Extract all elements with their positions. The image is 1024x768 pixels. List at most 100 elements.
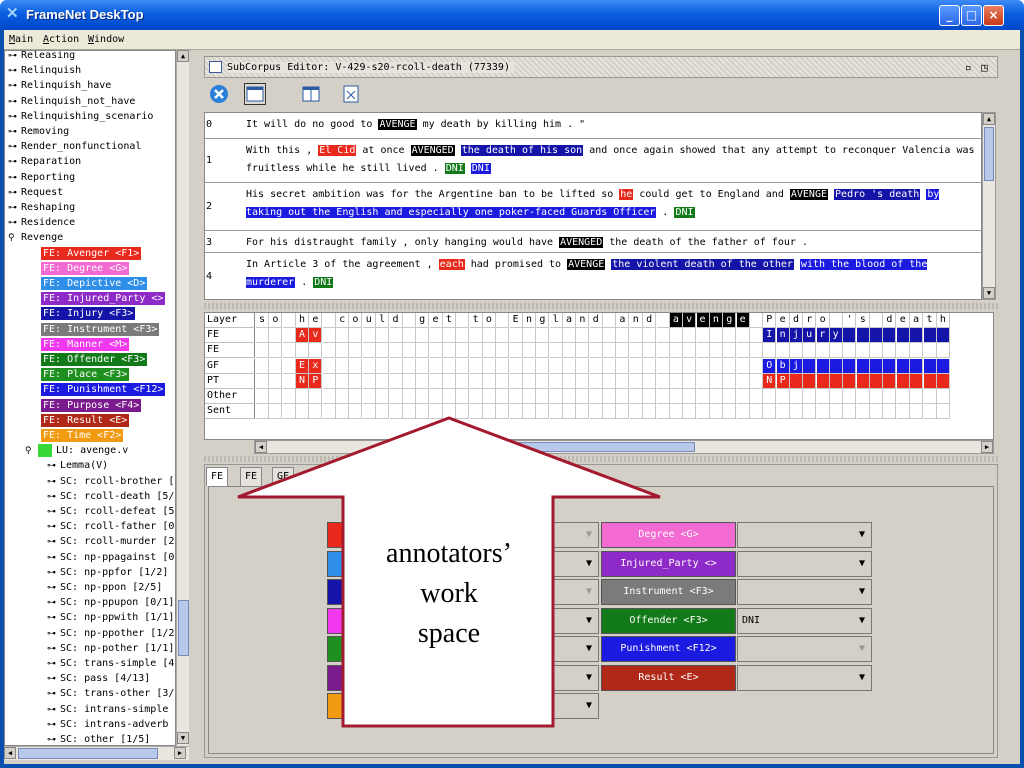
grid-cell[interactable] [616,389,630,404]
grid-char-cell[interactable]: l [549,313,563,328]
collapsed-node-icon[interactable]: ⊶ [47,551,60,566]
grid-cell[interactable] [723,343,737,359]
grid-char-cell[interactable] [282,313,296,328]
collapsed-node-icon[interactable]: ⊶ [47,733,60,745]
grid-cell[interactable] [429,343,443,359]
grid-cell[interactable] [816,404,830,420]
fe-button[interactable]: Result <E> [601,664,736,691]
grid-cell[interactable] [723,404,737,420]
tree-item-frame[interactable]: ⊶ Reporting [8,170,75,185]
grid-cell[interactable] [416,343,430,359]
grid-cell[interactable] [629,358,643,374]
grid-cell[interactable] [496,358,510,374]
grid-cell[interactable] [429,328,443,344]
grid-cell[interactable] [843,404,857,420]
grid-cell[interactable] [509,404,523,420]
grid-cell[interactable] [482,373,496,389]
grid-cell[interactable] [563,358,577,374]
grid-cell[interactable] [362,389,376,404]
fe-color-button[interactable] [327,664,357,691]
grid-cell[interactable] [376,373,390,389]
grid-cell[interactable] [349,343,363,359]
grid-cell[interactable] [603,389,617,404]
grid-cell[interactable] [816,343,830,359]
tree-item-subcorpus[interactable]: ⊶ SC: np-ppagainst [0/ [47,550,175,566]
collapsed-node-icon[interactable]: ⊶ [8,186,21,201]
grid-cell[interactable] [456,358,470,374]
grid-cell[interactable] [442,404,456,420]
annotation-label[interactable]: Ext [296,359,339,374]
grid-char-cell[interactable]: e [776,313,790,328]
collapsed-node-icon[interactable]: ⊶ [47,627,60,642]
grid-cell[interactable] [683,328,697,344]
grid-cell[interactable] [749,373,763,389]
grid-cell[interactable] [616,328,630,344]
grid-cell[interactable] [536,389,550,404]
grid-cell[interactable] [656,358,670,374]
tree-item-fe[interactable]: FE: Time <F2> [41,428,124,443]
grid-cell[interactable] [523,328,536,344]
grid-cell[interactable] [643,389,657,404]
grid-cell[interactable] [402,358,416,374]
grid-cell[interactable] [843,343,857,359]
grid-cell[interactable] [803,343,817,359]
fe-value-combo[interactable]: ▼ [737,579,872,605]
tree-item-subcorpus[interactable]: ⊶ SC: rcoll-death [5/1 [47,489,175,505]
grid-cell[interactable] [256,343,269,359]
grid-cell[interactable] [589,404,603,420]
tree-item-subcorpus[interactable]: ⊶ SC: rcoll-murder [2/4 [47,534,175,549]
grid-cell[interactable] [336,373,350,389]
grid-scroll-thumb[interactable] [505,442,695,452]
scroll-left-icon[interactable]: ◀ [255,441,267,453]
collapsed-node-icon[interactable]: ⊶ [47,459,60,474]
grid-cell[interactable] [549,389,563,404]
grid-cell[interactable] [563,373,577,389]
grid-char-cell[interactable] [830,313,844,328]
tree-item-fe[interactable]: FE: Avenger <F1> [41,246,142,261]
sentence-row[interactable]: 2 His secret ambition was for the Argenti… [205,183,981,231]
grid-cell[interactable] [269,373,283,389]
grid-cell[interactable] [456,404,470,420]
grid-cell[interactable] [402,373,416,389]
grid-cell[interactable] [830,373,844,389]
tree-item-subcorpus[interactable]: ⊶ SC: other [1/5] [47,732,150,745]
tree-item-frame[interactable]: ⊶ Render_nonfunctional [8,139,141,154]
collapsed-node-icon[interactable]: ⊶ [47,475,60,490]
grid-cell[interactable] [616,343,630,359]
tree-item-subcorpus[interactable]: ⊶ SC: intrans-adverb [ [47,717,175,732]
grid-cell[interactable] [322,389,336,404]
grid-char-cell[interactable]: d [589,313,603,328]
grid-cell[interactable] [683,373,697,389]
tree-item-subcorpus[interactable]: ⊶ SC: np-ppother [1/2] [47,626,175,642]
grid-cell[interactable] [549,373,563,389]
grid-char-cell[interactable]: P [763,313,777,328]
grid-cell[interactable] [389,404,403,420]
fe-value-combo[interactable]: ▼ [509,664,599,691]
grid-cell[interactable] [563,343,577,359]
grid-cell[interactable] [923,343,937,359]
grid-cell[interactable] [816,373,830,389]
grid-cell[interactable] [856,373,870,389]
grid-cell[interactable] [442,373,456,389]
grid-cell[interactable] [282,358,296,374]
grid-cell[interactable] [749,343,763,359]
annotation-label[interactable]: NP [296,374,326,389]
collapsed-node-icon[interactable]: ⊶ [47,490,60,505]
grid-cell[interactable] [576,343,590,359]
grid-cell[interactable] [776,404,790,420]
grid-cell[interactable] [669,404,683,420]
grid-char-cell[interactable] [603,313,617,328]
minimize-button[interactable]: _ [939,5,960,26]
grid-cell[interactable] [402,328,416,344]
grid-char-cell[interactable]: g [723,313,737,328]
grid-char-cell[interactable]: o [482,313,496,328]
scroll-down-icon[interactable]: ▼ [983,287,995,299]
grid-cell[interactable] [336,389,350,404]
grid-char-cell[interactable]: a [563,313,577,328]
grid-cell[interactable] [376,389,390,404]
grid-cell[interactable] [709,389,723,404]
grid-cell[interactable] [256,389,269,404]
grid-cell[interactable] [856,343,870,359]
grid-char-cell[interactable]: d [643,313,657,328]
grid-char-cell[interactable]: n [523,313,536,328]
